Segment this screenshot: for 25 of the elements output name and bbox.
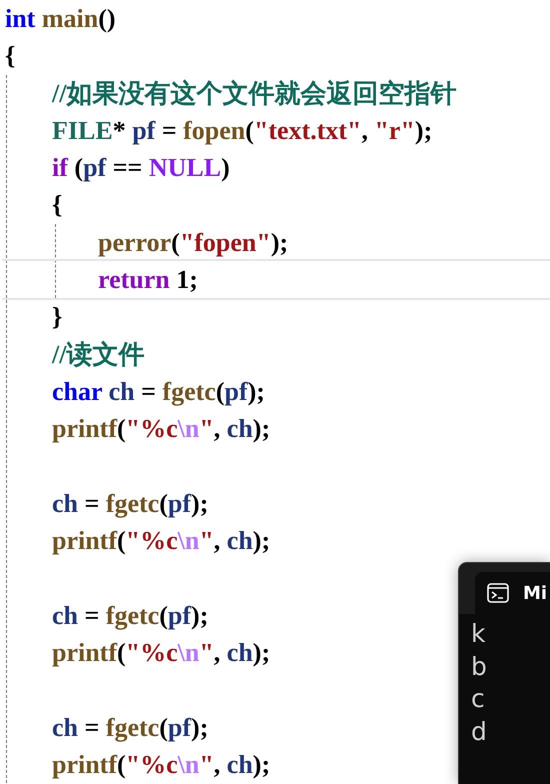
code-line: printf("%c\n", ch); [52, 413, 270, 446]
code-line: int main() [5, 3, 116, 35]
console-output-line: d [471, 716, 488, 748]
code-line: ch = fgetc(pf); [52, 488, 208, 520]
code-line: { [52, 189, 62, 222]
code-line: } [52, 301, 62, 334]
tab-title: Mi [523, 582, 548, 606]
code-line: //如果没有这个文件就会返回空指针 [52, 78, 456, 110]
code-line: char ch = fgetc(pf); [52, 376, 265, 408]
code-line: printf("%c\n", ch); [52, 748, 270, 781]
code-line: FILE* pf = fopen("text.txt", "r"); [52, 114, 432, 147]
code-line: printf("%c\n", ch); [52, 525, 270, 558]
code-line: { [5, 40, 16, 72]
terminal-icon [487, 583, 509, 603]
code-line: ch = fgetc(pf); [52, 712, 208, 744]
console-tab[interactable]: Mi [475, 572, 550, 614]
code-line: ch = fgetc(pf); [52, 600, 208, 632]
console-output-line: b [471, 650, 488, 683]
code-line: printf("%c\n", ch); [52, 637, 270, 670]
code-line: //读文件 [52, 338, 144, 371]
code-line: perror("fopen"); [98, 226, 288, 259]
code-line: if (pf == NULL) [52, 152, 230, 184]
code-line: return 1; [2, 261, 550, 298]
console-output-line: k [471, 618, 486, 650]
console-output-line: c [471, 683, 486, 716]
